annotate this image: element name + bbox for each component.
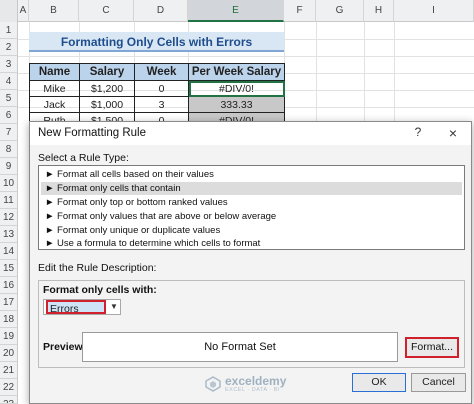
- cell[interactable]: 0: [134, 80, 189, 97]
- column-header-g[interactable]: G: [316, 0, 364, 22]
- row-header-10[interactable]: 10: [0, 175, 18, 192]
- cell[interactable]: $1,000: [79, 96, 135, 113]
- dialog-titlebar[interactable]: New Formatting Rule ? ×: [30, 122, 471, 145]
- watermark-name: exceldemy: [225, 374, 287, 388]
- row-header-8[interactable]: 8: [0, 141, 18, 158]
- cell-error[interactable]: #DIV/0!: [188, 80, 285, 97]
- format-preview: No Format Set: [82, 332, 398, 362]
- header-salary[interactable]: Salary: [79, 63, 135, 81]
- row-header-11[interactable]: 11: [0, 192, 18, 209]
- format-only-cells-label: Format only cells with:: [43, 284, 157, 296]
- row-header-1[interactable]: 1: [0, 22, 18, 39]
- column-header-row: A B C D E F G H I: [0, 0, 474, 22]
- rule-description-panel: Format only cells with: Errors ▼ Preview…: [38, 280, 465, 368]
- chevron-down-icon[interactable]: ▼: [108, 300, 120, 314]
- rule-type-item-selected[interactable]: ► Format only cells that contain: [41, 182, 462, 195]
- header-per-week-salary[interactable]: Per Week Salary: [188, 63, 285, 81]
- cell[interactable]: 333.33: [188, 96, 285, 113]
- row-header-21[interactable]: 21: [0, 362, 18, 379]
- row-header-18[interactable]: 18: [0, 311, 18, 328]
- rule-type-item[interactable]: ► Format only unique or duplicate values: [41, 224, 462, 237]
- row-header-20[interactable]: 20: [0, 345, 18, 362]
- cell[interactable]: 3: [134, 96, 189, 113]
- exceldemy-logo-icon: [205, 376, 221, 392]
- row-header-3[interactable]: 3: [0, 56, 18, 73]
- column-header-d[interactable]: D: [134, 0, 188, 22]
- rule-type-item[interactable]: ► Use a formula to determine which cells…: [41, 237, 462, 250]
- row-header-22[interactable]: 22: [0, 379, 18, 396]
- column-header-f[interactable]: F: [284, 0, 316, 22]
- table-header-row: Name Salary Week Per Week Salary: [29, 63, 285, 81]
- select-all-corner[interactable]: [0, 0, 18, 22]
- column-header-e[interactable]: E: [188, 0, 284, 22]
- format-button[interactable]: Format...: [405, 337, 459, 358]
- condition-value[interactable]: Errors: [46, 300, 106, 315]
- close-icon[interactable]: ×: [444, 124, 462, 142]
- salary-table: Name Salary Week Per Week Salary Mike $1…: [29, 63, 285, 129]
- header-name[interactable]: Name: [29, 63, 80, 81]
- rule-type-list: ► Format all cells based on their values…: [38, 165, 465, 250]
- column-header-i[interactable]: I: [394, 0, 474, 22]
- row-header-12[interactable]: 12: [0, 209, 18, 226]
- column-header-b[interactable]: B: [29, 0, 79, 22]
- watermark-tagline: EXCEL · DATA · BI: [225, 387, 280, 393]
- rule-type-item[interactable]: ► Format all cells based on their values: [41, 168, 462, 181]
- row-header-19[interactable]: 19: [0, 328, 18, 345]
- condition-select[interactable]: Errors ▼: [43, 299, 121, 315]
- preview-label: Preview:: [43, 341, 87, 353]
- select-rule-type-label: Select a Rule Type:: [38, 152, 129, 164]
- cell[interactable]: $1,200: [79, 80, 135, 97]
- cell[interactable]: Jack: [29, 96, 80, 113]
- table-row: Jack $1,000 3 333.33: [29, 96, 285, 113]
- header-week[interactable]: Week: [134, 63, 189, 81]
- column-header-h[interactable]: H: [364, 0, 394, 22]
- cancel-button[interactable]: Cancel: [411, 373, 466, 392]
- row-header-13[interactable]: 13: [0, 226, 18, 243]
- row-header-5[interactable]: 5: [0, 90, 18, 107]
- gridline: [18, 56, 474, 57]
- row-header-17[interactable]: 17: [0, 294, 18, 311]
- row-header-4[interactable]: 4: [0, 73, 18, 90]
- row-header-23[interactable]: 23: [0, 396, 18, 404]
- column-header-a[interactable]: A: [18, 0, 29, 22]
- row-header-16[interactable]: 16: [0, 277, 18, 294]
- ok-button[interactable]: OK: [352, 373, 406, 392]
- table-row: Mike $1,200 0 #DIV/0!: [29, 80, 285, 97]
- cell[interactable]: Mike: [29, 80, 80, 97]
- column-header-c[interactable]: C: [79, 0, 134, 22]
- rule-type-item[interactable]: ► Format only values that are above or b…: [41, 210, 462, 223]
- row-header-2[interactable]: 2: [0, 39, 18, 56]
- help-icon[interactable]: ?: [410, 125, 426, 141]
- row-header-14[interactable]: 14: [0, 243, 18, 260]
- dialog-title: New Formatting Rule: [38, 127, 147, 139]
- row-header-15[interactable]: 15: [0, 260, 18, 277]
- new-formatting-rule-dialog: New Formatting Rule ? × Select a Rule Ty…: [29, 121, 472, 404]
- row-header-9[interactable]: 9: [0, 158, 18, 175]
- row-header-6[interactable]: 6: [0, 107, 18, 124]
- rule-type-item[interactable]: ► Format only top or bottom ranked value…: [41, 196, 462, 209]
- edit-description-label: Edit the Rule Description:: [38, 262, 157, 274]
- sheet-title: Formatting Only Cells with Errors: [29, 32, 284, 52]
- row-header-7[interactable]: 7: [0, 124, 18, 141]
